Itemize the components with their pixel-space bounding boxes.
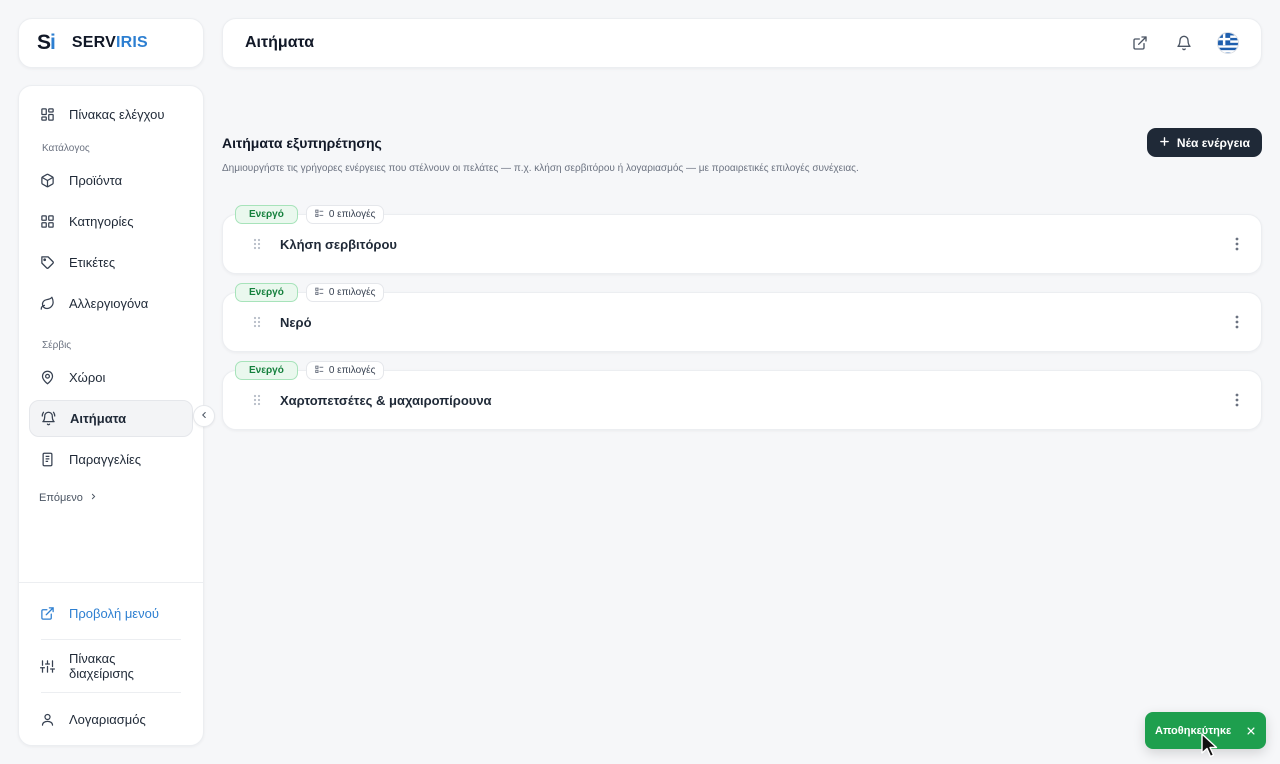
more-vertical-icon[interactable] bbox=[1235, 315, 1239, 329]
sidebar-item-label: Πίνακας ελέγχου bbox=[69, 107, 165, 122]
menu-preview-link[interactable]: Προβολή μενού bbox=[29, 591, 193, 635]
sidebar-collapse-button[interactable] bbox=[193, 405, 215, 427]
divider bbox=[41, 639, 181, 640]
nav-more-label: Επόμενο bbox=[39, 492, 83, 504]
menu-preview-label: Προβολή μενού bbox=[69, 605, 159, 621]
greek-flag-icon[interactable] bbox=[1217, 32, 1239, 54]
sidebar-item-label: Προϊόντα bbox=[69, 173, 123, 188]
grid-icon bbox=[39, 214, 55, 230]
plus-icon bbox=[1159, 136, 1170, 150]
receipt-icon bbox=[39, 452, 55, 468]
bell-icon[interactable] bbox=[1173, 32, 1195, 54]
close-icon[interactable] bbox=[1246, 726, 1256, 736]
tag-icon bbox=[39, 255, 55, 271]
badges: Ενεργό 0 επιλογές bbox=[235, 205, 385, 224]
status-badge: Ενεργό bbox=[235, 205, 298, 224]
status-badge: Ενεργό bbox=[235, 283, 298, 302]
chevron-left-icon bbox=[199, 407, 209, 425]
list-item: Ενεργό 0 επιλογές Χαρτοπετσέτες & μαχαιρ… bbox=[222, 360, 1262, 438]
page-title: Αιτήματα bbox=[245, 34, 315, 51]
dashboard-icon bbox=[39, 107, 55, 123]
sidebar-item-dashboard[interactable]: Πίνακας ελέγχου bbox=[29, 96, 193, 133]
external-link-icon[interactable] bbox=[1129, 32, 1151, 54]
request-name: Χαρτοπετσέτες & μαχαιροπίρουνα bbox=[280, 392, 492, 408]
bell-ring-icon bbox=[40, 411, 56, 427]
drag-handle-icon[interactable] bbox=[253, 394, 263, 406]
chevron-right-icon bbox=[89, 492, 98, 504]
toast-message: Αποθηκεύτηκε bbox=[1155, 724, 1232, 737]
divider bbox=[41, 692, 181, 693]
sidebar-item-spaces[interactable]: Χώροι bbox=[29, 359, 193, 396]
box-icon bbox=[39, 173, 55, 189]
options-count: 0 επιλογές bbox=[328, 209, 376, 220]
admin-panel-label: Πίνακας διαχείρισης bbox=[69, 651, 134, 681]
list-options-icon bbox=[315, 365, 324, 377]
sidebar-item-requests[interactable]: Αιτήματα bbox=[29, 400, 193, 437]
sidebar-item-label: Αιτήματα bbox=[70, 411, 127, 426]
external-link-icon bbox=[39, 605, 55, 621]
request-name: Κλήση σερβιτόρου bbox=[280, 236, 397, 252]
logo-mark: Si bbox=[37, 31, 56, 55]
drag-handle-icon[interactable] bbox=[253, 316, 263, 328]
admin-panel-link[interactable]: Πίνακας διαχείρισης bbox=[29, 644, 193, 688]
badges: Ενεργό 0 επιλογές bbox=[235, 283, 385, 302]
sliders-icon bbox=[39, 658, 55, 674]
list-options-icon bbox=[315, 287, 324, 299]
request-name: Νερό bbox=[280, 314, 312, 330]
new-action-button[interactable]: Νέα ενέργεια bbox=[1146, 128, 1262, 157]
account-label: Λογαριασμός bbox=[69, 711, 146, 727]
section-title: Αιτήματα εξυπηρέτησης bbox=[222, 135, 382, 151]
logo-text-iris: IRIS bbox=[115, 34, 148, 51]
sidebar-item-label: Παραγγελίες bbox=[69, 452, 142, 467]
logo-text-serv: SERV bbox=[71, 34, 116, 51]
options-badge: 0 επιλογές bbox=[305, 283, 385, 302]
list-item: Ενεργό 0 επιλογές Νερό bbox=[222, 282, 1262, 360]
logo-mark-i: i bbox=[50, 31, 56, 54]
list-options-icon bbox=[315, 209, 324, 221]
options-badge: 0 επιλογές bbox=[305, 361, 385, 380]
location-icon bbox=[39, 370, 55, 386]
more-vertical-icon[interactable] bbox=[1235, 393, 1239, 407]
main-section-header: Αιτήματα εξυπηρέτησης Δημιουργήστε τις γ… bbox=[222, 128, 1262, 174]
mouse-cursor-icon bbox=[1201, 733, 1219, 764]
new-action-label: Νέα ενέργεια bbox=[1176, 135, 1250, 150]
sidebar: Πίνακας ελέγχου Κατάλογος Προϊόντα Κατηγ… bbox=[18, 85, 204, 746]
status-badge: Ενεργό bbox=[235, 361, 298, 380]
sidebar-item-label: Αλλεργιογόνα bbox=[69, 296, 149, 311]
logo-mark-s: S bbox=[37, 31, 51, 54]
leaf-icon bbox=[39, 296, 55, 312]
more-vertical-icon[interactable] bbox=[1235, 237, 1239, 251]
sidebar-item-products[interactable]: Προϊόντα bbox=[29, 162, 193, 199]
nav-section-service: Σέρβις bbox=[42, 340, 72, 351]
header-actions bbox=[1129, 32, 1239, 54]
top-header: Αιτήματα bbox=[222, 18, 1262, 68]
logo-text: SERVIRIS bbox=[72, 34, 148, 52]
nav-more-link[interactable]: Επόμενο bbox=[29, 482, 193, 514]
sidebar-item-label: Χώροι bbox=[69, 370, 106, 385]
options-count: 0 επιλογές bbox=[328, 365, 376, 376]
section-description: Δημιουργήστε τις γρήγορες ενέργειες που … bbox=[222, 163, 859, 174]
sidebar-item-label: Κατηγορίες bbox=[69, 214, 134, 229]
sidebar-item-allergens[interactable]: Αλλεργιογόνα bbox=[29, 285, 193, 322]
sidebar-item-categories[interactable]: Κατηγορίες bbox=[29, 203, 193, 240]
drag-handle-icon[interactable] bbox=[253, 238, 263, 250]
brand-logo[interactable]: Si SERVIRIS bbox=[18, 18, 204, 68]
badges: Ενεργό 0 επιλογές bbox=[235, 361, 385, 380]
account-link[interactable]: Λογαριασμός bbox=[29, 697, 193, 741]
options-badge: 0 επιλογές bbox=[305, 205, 385, 224]
sidebar-item-label: Ετικέτες bbox=[69, 255, 116, 270]
sidebar-item-orders[interactable]: Παραγγελίες bbox=[29, 441, 193, 478]
sidebar-bottom: Προβολή μενού Πίνακας διαχείρισης Λογαρι… bbox=[19, 582, 203, 745]
user-icon bbox=[39, 711, 55, 727]
nav-section-catalog: Κατάλογος bbox=[42, 143, 90, 154]
list-item: Ενεργό 0 επιλογές Κλήση σερβιτόρου bbox=[222, 204, 1262, 282]
sidebar-item-tags[interactable]: Ετικέτες bbox=[29, 244, 193, 281]
requests-list: Ενεργό 0 επιλογές Κλήση σερβιτόρου Ενεργ… bbox=[222, 204, 1262, 438]
options-count: 0 επιλογές bbox=[328, 287, 376, 298]
